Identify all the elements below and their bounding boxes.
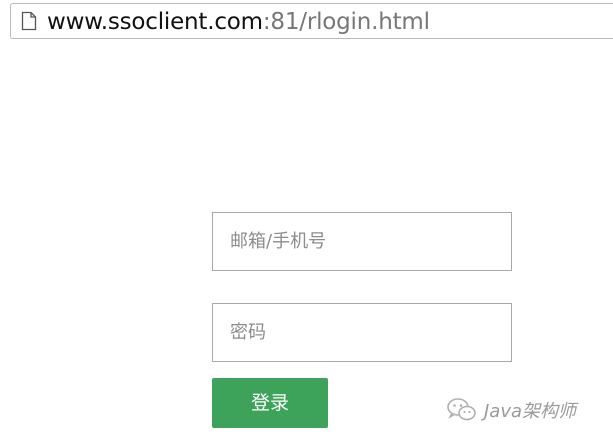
wechat-icon: [447, 398, 476, 421]
watermark-text: Java架构师: [484, 401, 577, 422]
url-text[interactable]: www.ssoclient.com:81/rlogin.html: [47, 9, 430, 35]
page-icon: [21, 11, 37, 31]
url-host: www.ssoclient.com: [47, 9, 263, 35]
username-placeholder: 邮箱/手机号: [230, 231, 327, 252]
password-placeholder: 密码: [230, 322, 266, 343]
url-path: :81/rlogin.html: [262, 9, 430, 35]
login-button[interactable]: 登录: [212, 378, 328, 428]
watermark: Java架构师: [446, 396, 576, 424]
password-field[interactable]: 密码: [212, 303, 512, 362]
address-bar[interactable]: www.ssoclient.com:81/rlogin.html: [10, 3, 613, 39]
username-field[interactable]: 邮箱/手机号: [212, 212, 512, 271]
